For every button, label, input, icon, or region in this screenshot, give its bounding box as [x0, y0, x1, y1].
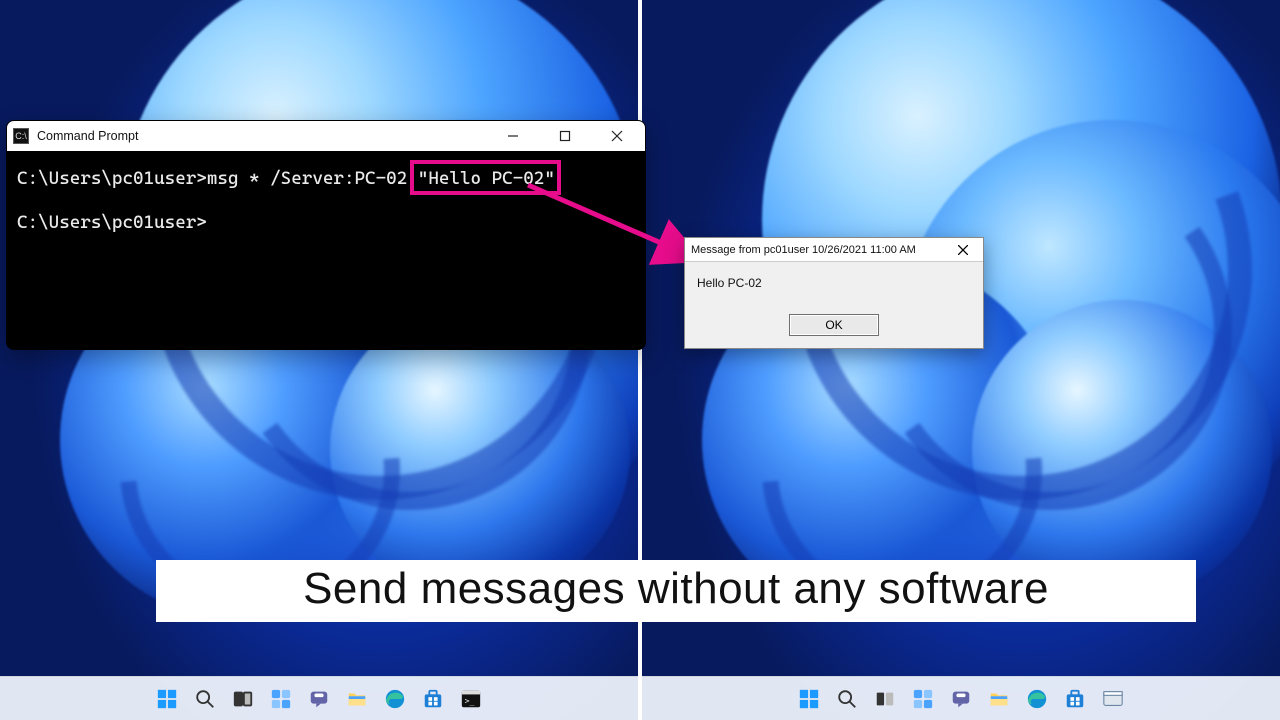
window-title: Command Prompt [37, 129, 138, 143]
message-dialog[interactable]: Message from pc01user 10/26/2021 11:00 A… [684, 237, 984, 349]
message-popup-icon[interactable] [1099, 685, 1127, 713]
svg-text:>_: >_ [465, 695, 475, 705]
ok-button[interactable]: OK [789, 314, 879, 336]
start-icon[interactable] [153, 685, 181, 713]
edge-icon[interactable] [381, 685, 409, 713]
taskbar [642, 676, 1280, 720]
file-explorer-icon[interactable] [343, 685, 371, 713]
command-prompt-window[interactable]: C:\ Command Prompt C:\Users\pc01user>msg… [6, 120, 646, 350]
store-icon[interactable] [419, 685, 447, 713]
edge-icon[interactable] [1023, 685, 1051, 713]
start-icon[interactable] [795, 685, 823, 713]
file-explorer-icon[interactable] [985, 685, 1013, 713]
terminal-line-1: C:\Users\pc01user>msg * /Server:PC-02 "H… [17, 165, 635, 193]
widgets-icon[interactable] [909, 685, 937, 713]
store-icon[interactable] [1061, 685, 1089, 713]
dialog-title: Message from pc01user 10/26/2021 11:00 A… [691, 244, 916, 256]
taskview-icon[interactable] [229, 685, 257, 713]
widgets-icon[interactable] [267, 685, 295, 713]
cmd-app-icon: C:\ [13, 128, 29, 144]
dialog-body: Hello PC-02 [685, 262, 983, 308]
terminal-line-2: C:\Users\pc01user> [17, 209, 635, 237]
chat-icon[interactable] [947, 685, 975, 713]
minimize-button[interactable] [491, 122, 535, 150]
command-highlighted-text: "Hello PC-02" [418, 168, 555, 189]
taskbar: >_ [0, 676, 638, 720]
caption-text: Send messages without any software [156, 560, 1196, 622]
command-text: msg * /Server:PC-02 [207, 168, 418, 189]
search-icon[interactable] [191, 685, 219, 713]
chat-icon[interactable] [305, 685, 333, 713]
dialog-footer: OK [685, 308, 983, 348]
taskview-icon[interactable] [871, 685, 899, 713]
dialog-titlebar[interactable]: Message from pc01user 10/26/2021 11:00 A… [685, 238, 983, 262]
terminal-body[interactable]: C:\Users\pc01user>msg * /Server:PC-02 "H… [7, 151, 645, 251]
maximize-button[interactable] [543, 122, 587, 150]
close-button[interactable] [949, 239, 977, 261]
window-titlebar[interactable]: C:\ Command Prompt [7, 121, 645, 151]
terminal-icon[interactable]: >_ [457, 685, 485, 713]
prompt-text: C:\Users\pc01user> [17, 168, 207, 189]
close-button[interactable] [595, 122, 639, 150]
prompt-text: C:\Users\pc01user> [17, 212, 207, 233]
search-icon[interactable] [833, 685, 861, 713]
